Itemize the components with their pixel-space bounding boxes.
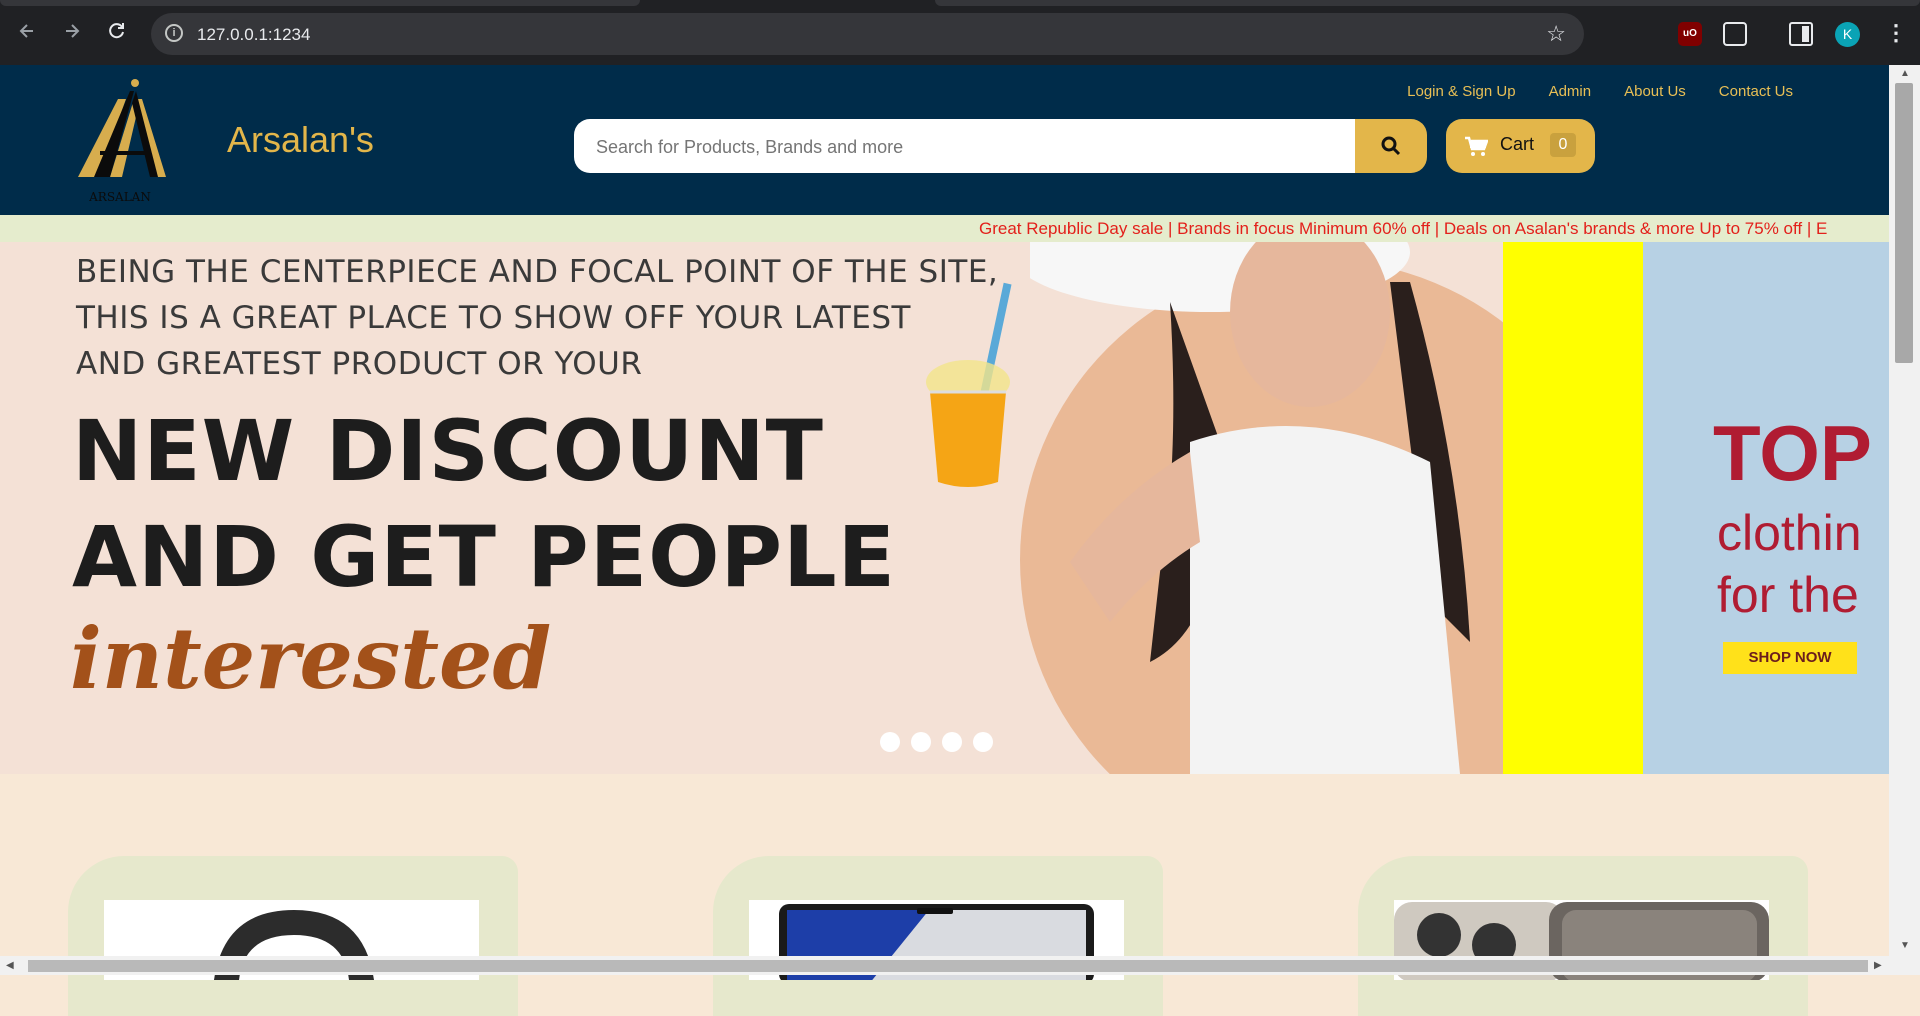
ticker-text[interactable]: Great Republic Day sale | Brands in focu… — [979, 219, 1827, 239]
cart-icon — [1465, 136, 1488, 156]
site-info-icon[interactable]: i — [165, 24, 183, 42]
bookmark-star-icon[interactable]: ☆ — [1546, 21, 1566, 47]
login-signup-link[interactable]: Login & Sign Up — [1407, 83, 1515, 100]
top-nav: Login & Sign Up Admin About Us Contact U… — [1407, 83, 1793, 100]
browser-menu-icon[interactable]: ⋮ — [1885, 18, 1907, 48]
banner-yellow-strip — [1503, 242, 1643, 774]
browser-tab[interactable] — [0, 0, 640, 6]
search-bar — [574, 119, 1355, 175]
contact-us-link[interactable]: Contact Us — [1719, 83, 1793, 100]
next-slide-preview[interactable]: TOP clothin for the SHOP NOW — [1643, 242, 1889, 774]
forward-button[interactable] — [57, 20, 87, 50]
search-input[interactable] — [594, 119, 1338, 175]
juice-cup-image — [926, 282, 1012, 487]
brand-name[interactable]: Arsalan's — [227, 119, 374, 161]
search-icon — [1381, 136, 1401, 156]
tab-strip — [0, 0, 1920, 14]
cart-label: Cart — [1500, 134, 1535, 154]
carousel-dot[interactable] — [942, 732, 962, 752]
profile-avatar[interactable]: K — [1835, 22, 1860, 47]
banner-headline: AND GET PEOPLE — [72, 508, 896, 606]
banner-headline: NEW DISCOUNT — [72, 402, 824, 500]
banner-script-text: interested — [70, 609, 552, 708]
arsalan-logo[interactable]: ARSALAN — [70, 73, 170, 205]
next-slide-subtitle: for the — [1717, 567, 1859, 623]
scroll-left-arrow-icon[interactable]: ◀ — [6, 960, 14, 971]
next-slide-title: TOP — [1713, 409, 1872, 497]
logo-text: ARSALAN — [88, 190, 151, 204]
product-card[interactable] — [1358, 856, 1808, 1016]
banner-line: BEING THE CENTERPIECE AND FOCAL POINT OF… — [76, 254, 999, 290]
arrow-left-icon — [19, 24, 33, 38]
about-us-link[interactable]: About Us — [1624, 83, 1686, 100]
address-bar[interactable]: i 127.0.0.1:1234 ☆ — [151, 13, 1584, 55]
scroll-down-arrow-icon[interactable]: ▼ — [1900, 940, 1910, 951]
vertical-scrollbar-thumb[interactable] — [1895, 83, 1913, 363]
extensions-puzzle-icon[interactable] — [1723, 22, 1747, 46]
scroll-up-arrow-icon[interactable]: ▲ — [1900, 68, 1910, 79]
browser-toolbar: i 127.0.0.1:1234 ☆ uO K ⋮ — [0, 0, 1920, 65]
hero-carousel[interactable]: BEING THE CENTERPIECE AND FOCAL POINT OF… — [0, 242, 1889, 774]
admin-link[interactable]: Admin — [1549, 83, 1592, 100]
carousel-dot[interactable] — [880, 732, 900, 752]
address-url[interactable]: 127.0.0.1:1234 — [197, 25, 310, 45]
horizontal-scrollbar-thumb[interactable] — [28, 960, 1868, 972]
next-slide-subtitle: clothin — [1717, 505, 1862, 561]
model-photo — [1030, 242, 1470, 774]
product-card[interactable] — [68, 856, 518, 1016]
ublock-extension-icon[interactable]: uO — [1678, 22, 1702, 46]
cart-count-badge: 0 — [1550, 133, 1576, 157]
reload-icon — [109, 23, 124, 39]
carousel-dot[interactable] — [973, 732, 993, 752]
carousel-dot[interactable] — [911, 732, 931, 752]
banner-line: THIS IS A GREAT PLACE TO SHOW OFF YOUR L… — [76, 300, 911, 336]
site-header: ARSALAN Arsalan's Login & Sign Up Admin … — [0, 65, 1889, 215]
search-button[interactable] — [1355, 119, 1427, 173]
scroll-right-arrow-icon[interactable]: ▶ — [1874, 960, 1882, 971]
back-button[interactable] — [12, 20, 42, 50]
shop-now-button[interactable]: SHOP NOW — [1723, 642, 1857, 674]
banner-line: AND GREATEST PRODUCT OR YOUR — [76, 346, 643, 382]
arrow-right-icon — [66, 24, 80, 38]
promo-ticker: Great Republic Day sale | Brands in focu… — [0, 215, 1889, 242]
product-card[interactable] — [713, 856, 1163, 1016]
reload-button[interactable] — [102, 20, 132, 50]
browser-tab[interactable] — [935, 0, 1920, 6]
carousel-dots — [880, 732, 993, 752]
cart-button[interactable]: Cart 0 — [1446, 119, 1595, 173]
side-panel-icon[interactable] — [1789, 22, 1813, 46]
